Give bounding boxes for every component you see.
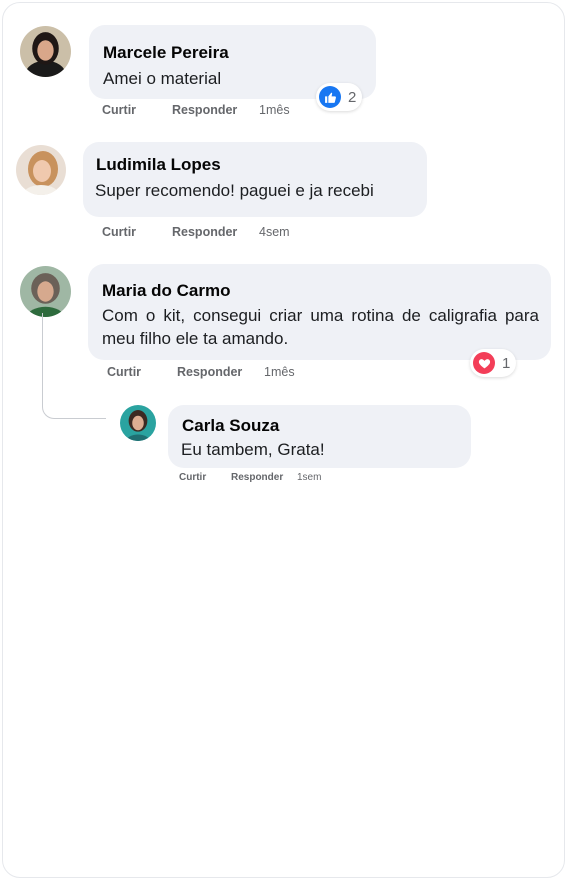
timestamp[interactable]: 1mês [264,365,295,379]
reply-button[interactable]: Responder [177,365,242,379]
reply-button[interactable]: Responder [231,472,283,483]
comment-actions: Curtir Responder 1mês [107,365,357,381]
comment-text: Amei o material [103,69,222,88]
comment-author[interactable]: Carla Souza [182,416,279,436]
avatar[interactable] [20,26,71,77]
timestamp[interactable]: 1mês [259,103,290,117]
comment-actions: Curtir Responder 4sem [102,225,352,241]
comment-actions: Curtir Responder 1mês [102,103,352,119]
reaction-badge[interactable]: 1 [470,349,517,377]
comment-author[interactable]: Marcele Pereira [103,43,229,63]
comment-text: Com o kit, consegui criar uma rotina de … [102,306,539,348]
reply-button[interactable]: Responder [172,103,237,117]
reaction-count: 1 [502,354,511,372]
heart-icon [473,352,495,374]
avatar[interactable] [16,145,66,195]
avatar[interactable] [20,266,71,317]
timestamp[interactable]: 4sem [259,225,290,239]
comment-text: Super recomendo! paguei e ja recebi [95,181,374,200]
comment-author[interactable]: Ludimila Lopes [96,155,221,175]
reply-button[interactable]: Responder [172,225,237,239]
comment-text: Eu tambem, Grata! [181,440,325,459]
comment-author[interactable]: Maria do Carmo [102,281,230,301]
timestamp[interactable]: 1sem [297,472,321,483]
like-button[interactable]: Curtir [179,472,206,483]
like-button[interactable]: Curtir [107,365,141,379]
like-button[interactable]: Curtir [102,103,136,117]
avatar[interactable] [120,405,156,441]
comment-actions: Curtir Responder 1sem [179,472,379,486]
like-button[interactable]: Curtir [102,225,136,239]
